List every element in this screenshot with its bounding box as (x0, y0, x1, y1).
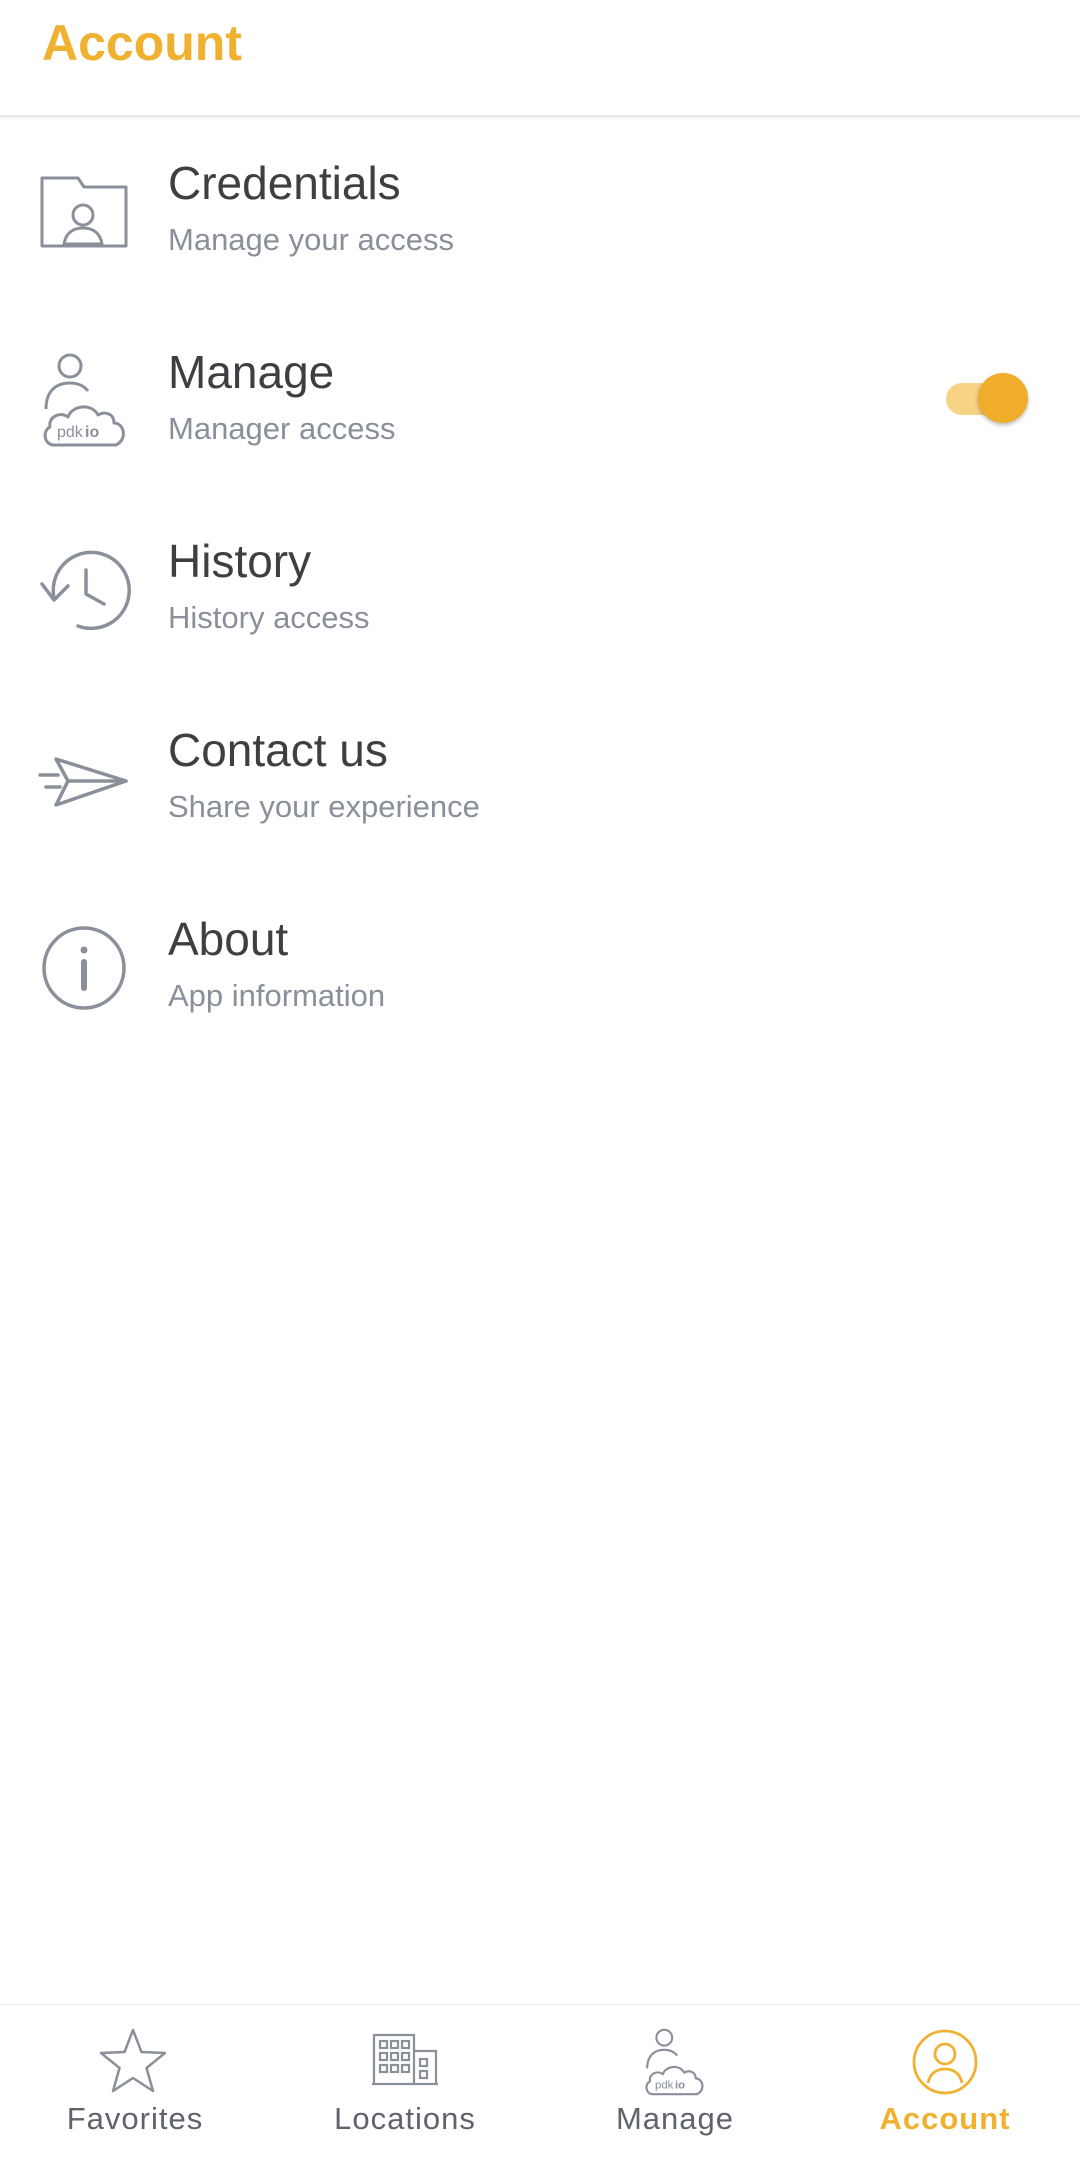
menu-item-subtitle: Manager access (168, 411, 396, 446)
menu-item-title: Contact us (168, 724, 388, 776)
menu-item-history[interactable]: History History access (0, 514, 1080, 664)
nav-tab-manage[interactable]: pdk io Manage (540, 2005, 810, 2157)
menu-item-title: History (168, 535, 312, 587)
nav-label: Manage (615, 2101, 735, 2136)
credential-folder-icon (36, 162, 134, 260)
info-icon (36, 918, 134, 1016)
menu-item-subtitle: Share your experience (168, 789, 480, 824)
app-bar: Account (0, 0, 1080, 117)
svg-text:io: io (85, 424, 99, 441)
bottom-navigation: Favorites Locations pdk io Manage Accoun… (0, 2004, 1080, 2157)
menu-item-title: Manage (168, 346, 335, 398)
svg-text:pdk: pdk (655, 2079, 674, 2091)
menu-item-about[interactable]: About App information (0, 892, 1080, 1042)
nav-tab-locations[interactable]: Locations (270, 2005, 540, 2157)
page-title: Account (42, 15, 242, 71)
menu-item-credentials[interactable]: Credentials Manage your access (0, 136, 1080, 286)
pdkio-user-cloud-icon: pdk io (36, 351, 134, 449)
menu-item-manage[interactable]: pdk io Manage Manager access (0, 325, 1080, 475)
menu-item-title: Credentials (168, 157, 401, 209)
nav-label: Locations (334, 2101, 476, 2136)
star-icon (98, 2027, 168, 2097)
history-clock-icon (36, 540, 134, 638)
building-icon (370, 2027, 440, 2097)
toggle-thumb (978, 373, 1028, 423)
nav-label: Favorites (66, 2101, 204, 2136)
menu-item-subtitle: Manage your access (168, 222, 455, 257)
pdkio-user-cloud-icon: pdk io (640, 2027, 710, 2097)
menu-item-subtitle: App information (168, 978, 386, 1013)
menu-item-contact-us[interactable]: Contact us Share your experience (0, 703, 1080, 853)
nav-tab-favorites[interactable]: Favorites (0, 2005, 270, 2157)
nav-tab-account[interactable]: Account (810, 2005, 1080, 2157)
menu-item-subtitle: History access (168, 600, 370, 635)
paper-plane-icon (36, 729, 134, 827)
svg-text:pdk: pdk (57, 424, 84, 441)
svg-text:io: io (675, 2079, 685, 2091)
nav-label: Account (879, 2101, 1011, 2136)
manager-access-toggle[interactable] (944, 368, 1030, 428)
menu-item-title: About (168, 913, 289, 965)
account-circle-icon (910, 2027, 980, 2097)
